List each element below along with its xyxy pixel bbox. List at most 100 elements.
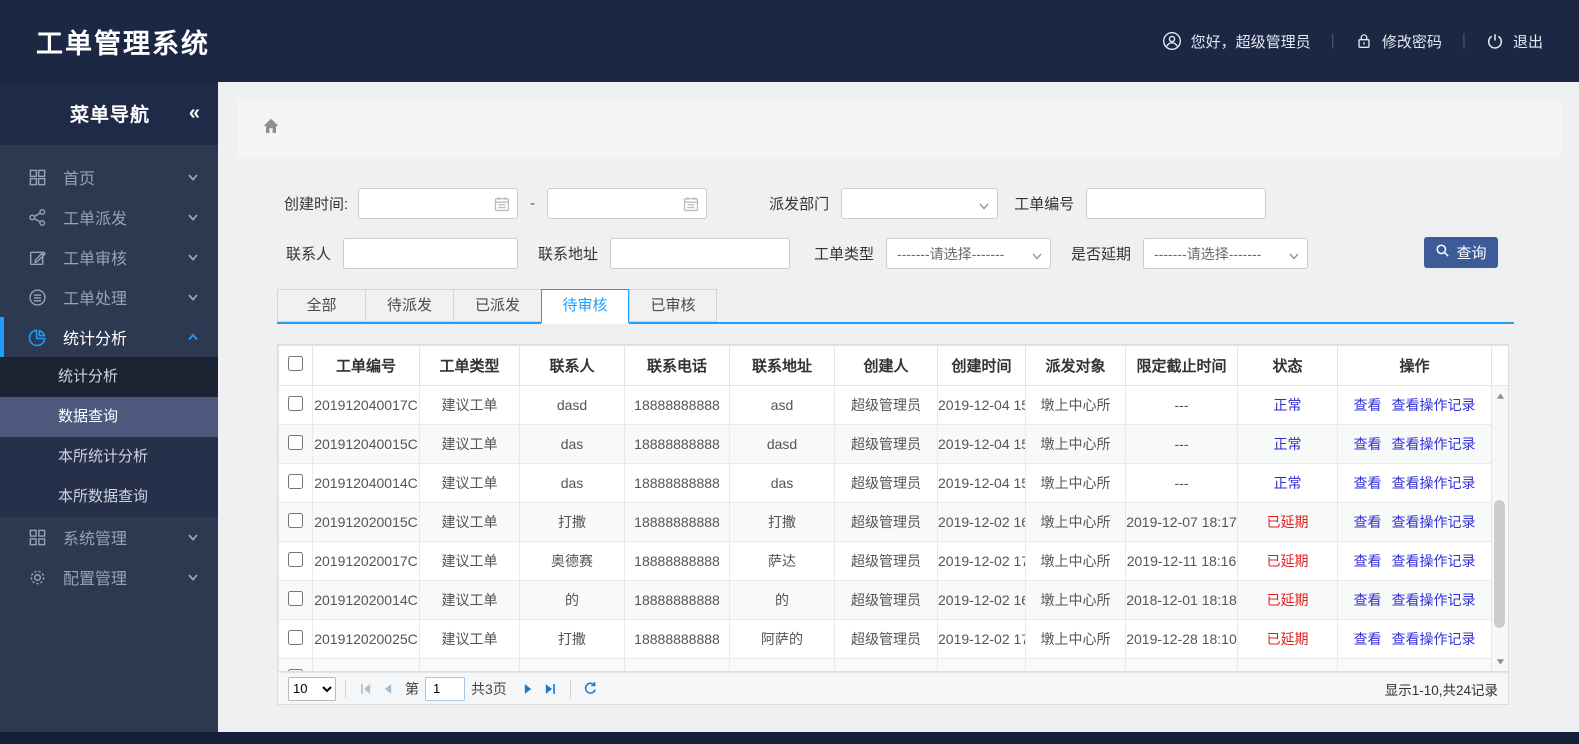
order-no-input[interactable] [1087, 189, 1266, 218]
contact-input[interactable] [344, 239, 518, 268]
view-link[interactable]: 查看 [1354, 397, 1382, 413]
row-checkbox[interactable] [288, 513, 303, 528]
view-link[interactable]: 查看 [1354, 514, 1382, 530]
first-page-button[interactable] [355, 678, 377, 700]
view-log-link[interactable]: 查看操作记录 [1392, 592, 1476, 608]
top-bar: 工单管理系统 您好，超级管理员 | 修改密码 | 退出 [0, 0, 1579, 82]
view-link[interactable]: 查看 [1354, 475, 1382, 491]
row-checkbox[interactable] [288, 474, 303, 489]
orders-table-wrap: 工单编号 工单类型 联系人 联系电话 联系地址 创建人 创建时间 派发对象 限定截止时间 状态 操作… [277, 344, 1509, 672]
select-all-checkbox[interactable] [288, 356, 303, 371]
cell-create_time: 2019-12-02 17: [937, 541, 1026, 581]
order-no-label: 工单编号 [1014, 196, 1075, 213]
pie-icon [28, 327, 48, 347]
row-checkbox[interactable] [288, 396, 303, 411]
row-checkbox[interactable] [288, 552, 303, 567]
sidebar-item-0[interactable]: 首页 [0, 157, 218, 197]
cell-phone: 18888888888 [624, 502, 730, 542]
last-page-button[interactable] [539, 678, 561, 700]
sidebar-item-6[interactable]: 配置管理 [0, 557, 218, 597]
view-log-link[interactable]: 查看操作记录 [1392, 475, 1476, 491]
logout-button[interactable]: 退出 [1486, 31, 1543, 52]
submenu-item-4-2[interactable]: 本所统计分析 [0, 437, 218, 477]
submenu-item-4-1[interactable]: 数据查询 [0, 397, 218, 437]
column-header: 工单编号 [312, 345, 420, 386]
column-header: 联系电话 [624, 345, 730, 386]
status-tabs: 全部 待派发 已派发 待审核 已审核 [277, 289, 1514, 324]
cell-contact: 的 [519, 580, 625, 620]
scroll-up-icon[interactable] [1492, 388, 1508, 404]
dispatch-dept-select[interactable] [841, 188, 999, 219]
order-type-value: -------请选择------- [897, 245, 1005, 262]
tab-0[interactable]: 全部 [277, 289, 365, 322]
row-checkbox[interactable] [288, 591, 303, 606]
cell-order_type: 建议工单 [419, 385, 520, 425]
actions-cell: 查看 查看操作记录 [1337, 580, 1492, 620]
row-checkbox[interactable] [288, 435, 303, 450]
cell-phone: 18888888888 [624, 424, 730, 464]
prev-page-button[interactable] [377, 678, 399, 700]
create-time-start-field [358, 188, 519, 219]
search-button[interactable]: 查询 [1424, 237, 1498, 268]
order-type-select[interactable]: -------请选择------- [886, 238, 1052, 269]
tab-1[interactable]: 待派发 [365, 289, 453, 322]
calendar-icon[interactable] [493, 195, 511, 217]
cell-empty [278, 658, 313, 671]
sidebar-item-1[interactable]: 工单派发 [0, 197, 218, 237]
view-log-link[interactable]: 查看操作记录 [1392, 553, 1476, 569]
view-link[interactable]: 查看 [1354, 592, 1382, 608]
submenu-item-4-3[interactable]: 本所数据查询 [0, 477, 218, 517]
cell-deadline: --- [1125, 463, 1238, 503]
tab-3[interactable]: 待审核 [541, 289, 629, 324]
page-size-select[interactable]: 10 [288, 676, 336, 701]
table-row-partial [278, 658, 1508, 671]
footer-bar [0, 732, 1579, 744]
address-input[interactable] [611, 239, 790, 268]
cell-create_time: 2019-12-04 15: [937, 424, 1026, 464]
sidebar-item-4[interactable]: 统计分析 [0, 317, 218, 357]
table-scrollbar[interactable] [1491, 386, 1508, 671]
cell-phone: 18888888888 [624, 541, 730, 581]
scroll-down-icon[interactable] [1492, 653, 1508, 669]
tab-2[interactable]: 已派发 [453, 289, 541, 322]
delay-select[interactable]: -------请选择------- [1143, 238, 1309, 269]
sidebar-item-label: 首页 [63, 171, 96, 188]
cell-contact: 打撒 [519, 619, 625, 659]
actions-cell: 查看 查看操作记录 [1337, 502, 1492, 542]
cell-create_time: 2019-12-02 17: [937, 619, 1026, 659]
sidebar-item-5[interactable]: 系统管理 [0, 517, 218, 557]
row-checkbox-cell [278, 385, 313, 425]
home-icon[interactable] [261, 116, 281, 141]
scrollbar-thumb[interactable] [1494, 500, 1505, 629]
submenu-item-4-0[interactable]: 统计分析 [0, 357, 218, 397]
row-checkbox[interactable] [288, 630, 303, 645]
contact-field [343, 238, 519, 269]
view-link[interactable]: 查看 [1354, 553, 1382, 569]
tab-4[interactable]: 已审核 [629, 289, 717, 322]
view-log-link[interactable]: 查看操作记录 [1392, 514, 1476, 530]
table-row: 201912040017C 建议工单 dasd 18888888888 asd 超级管理员… [278, 385, 1508, 425]
column-header: 工单类型 [419, 345, 520, 386]
view-link[interactable]: 查看 [1354, 631, 1382, 647]
calendar-icon[interactable] [682, 195, 700, 217]
cell-empty [1025, 658, 1126, 671]
view-link[interactable]: 查看 [1354, 436, 1382, 452]
change-password-button[interactable]: 修改密码 [1355, 31, 1442, 52]
next-page-button[interactable] [517, 678, 539, 700]
table-body: 201912040017C 建议工单 dasd 18888888888 asd 超级管理员… [278, 385, 1508, 671]
view-log-link[interactable]: 查看操作记录 [1392, 631, 1476, 647]
cell-create_time: 2019-12-04 15: [937, 463, 1026, 503]
sidebar-collapse-icon[interactable]: « [189, 102, 200, 125]
cell-empty [624, 658, 730, 671]
sidebar-item-2[interactable]: 工单审核 [0, 237, 218, 277]
process-icon [28, 287, 48, 307]
view-log-link[interactable]: 查看操作记录 [1392, 436, 1476, 452]
user-icon [1162, 31, 1182, 51]
actions-cell: 查看 查看操作记录 [1337, 463, 1492, 503]
refresh-button[interactable] [580, 678, 602, 700]
page-number-input[interactable] [425, 676, 465, 701]
sidebar-item-3[interactable]: 工单处理 [0, 277, 218, 317]
user-greeting[interactable]: 您好，超级管理员 [1162, 31, 1311, 52]
sidebar-item-label: 统计分析 [63, 331, 128, 348]
view-log-link[interactable]: 查看操作记录 [1392, 397, 1476, 413]
